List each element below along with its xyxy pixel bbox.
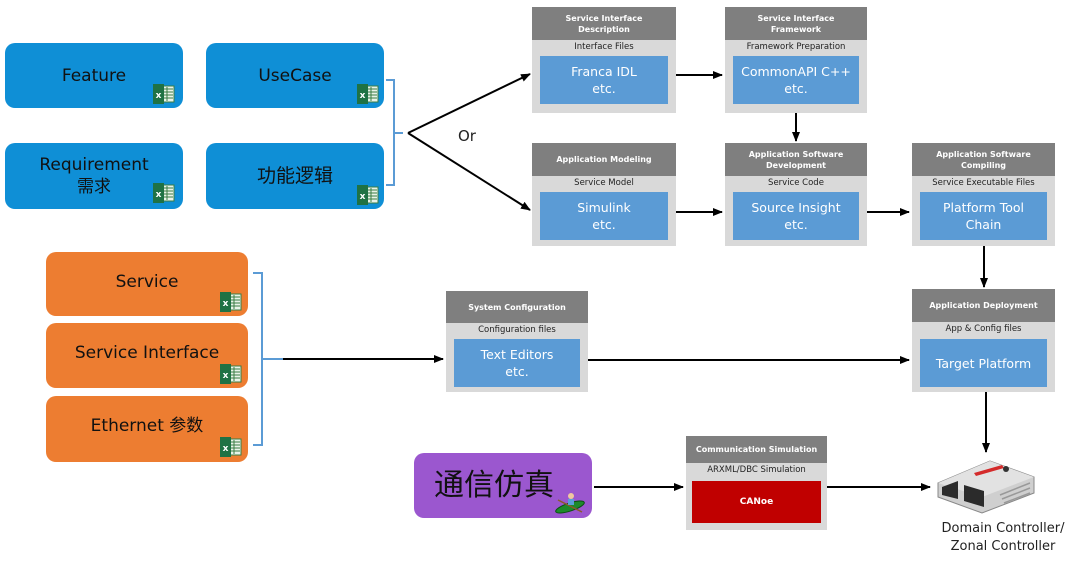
step-application-deployment[interactable]: Application Deployment App & Config file… [912,289,1055,392]
step-title: Application Modeling [532,143,676,176]
step-title-line: Communication Simulation [695,445,818,454]
target-label-line: Zonal Controller [950,539,1056,554]
tool-line: Target Platform [935,355,1032,371]
svg-text:x: x [223,371,229,381]
step-title-line: Application Modeling [556,155,652,164]
input-label: Feature [61,65,127,86]
input-service[interactable]: Service x [46,252,248,316]
tool-line: Source Insight [751,200,841,215]
step-title: System Configuration [446,291,588,323]
step-subtitle: Framework Preparation [746,42,846,52]
step-communication-simulation[interactable]: Communication Simulation ARXML/DBC Simul… [686,436,827,530]
step-application-software-development[interactable]: Application Software Development Service… [725,143,867,246]
step-title-line: Application Software [748,149,844,159]
step-subtitle: Service Model [574,178,634,188]
excel-icon: x [220,364,242,384]
svg-text:x: x [223,444,229,454]
step-title: Service Interface Description [532,7,676,40]
input-function-logic[interactable]: 功能逻辑 x [206,143,384,209]
target-label-line: Domain Controller/ [941,521,1065,536]
step-subtitle: Configuration files [478,325,556,335]
input-label: 功能逻辑 [256,165,333,187]
svg-text:x: x [223,299,229,309]
service-bracket [253,272,283,446]
step-title-line: Application Software [936,149,1031,159]
step-tool: Platform Tool Chain [920,192,1047,240]
tool-line: Chain [965,217,1002,232]
input-label-cn: 需求 [77,177,111,197]
excel-icon: x [220,437,242,457]
input-service-interface[interactable]: Service Interface x [46,323,248,388]
step-title: Application Software Development [725,143,867,176]
input-requirement[interactable]: Requirement 需求 x [5,143,183,209]
tool-line: etc. [784,217,808,232]
input-label: Service Interface [74,342,220,363]
step-tool: Text Editors etc. [454,339,580,387]
input-comm-simulation[interactable]: 通信仿真 [414,453,592,518]
step-title-line: Development [766,160,826,170]
tool-line: etc. [505,364,529,379]
tool-line: Franca IDL [571,64,637,79]
arrow-to-sid [407,73,531,134]
step-subtitle: ARXML/DBC Simulation [707,465,806,475]
requirements-bracket [386,79,403,186]
excel-icon: x [153,84,175,104]
step-title-line: Description [578,24,630,34]
step-subtitle: Service Code [768,178,824,188]
svg-text:x: x [156,190,162,200]
step-title-line: Framework [770,24,822,34]
tool-line: etc. [592,217,616,232]
branch-or-label: Or [458,127,476,145]
tool-line: etc. [592,81,616,96]
tool-line: etc. [784,81,808,96]
step-title: Service Interface Framework [725,7,867,40]
svg-text:x: x [360,192,366,202]
step-title: Communication Simulation [686,436,827,463]
excel-icon: x [357,185,379,205]
excel-icon: x [153,183,175,203]
step-service-interface-framework[interactable]: Service Interface Framework Framework Pr… [725,7,867,113]
input-label: Ethernet 参数 [90,416,204,436]
input-feature[interactable]: Feature x [5,43,183,108]
step-tool: Source Insight etc. [733,192,859,240]
step-subtitle: Service Executable Files [932,178,1035,188]
kayak-icon [555,493,585,514]
tool-line: Simulink [577,200,631,215]
input-ethernet-params[interactable]: Ethernet 参数 x [46,396,248,462]
step-tool: Simulink etc. [540,192,668,240]
excel-icon: x [357,84,379,104]
input-usecase[interactable]: UseCase x [206,43,384,108]
step-title-line: Service Interface [565,13,643,23]
tool-line: Text Editors [480,347,554,362]
input-label: UseCase [258,65,332,86]
step-title: Application Software Compiling [912,143,1055,176]
step-tool: Target Platform [920,339,1047,387]
input-label: 通信仿真 [434,467,554,503]
step-title: Application Deployment [912,289,1055,322]
excel-icon: x [220,292,242,312]
tool-line: CANoe [739,496,774,507]
step-title-line: Application Deployment [929,301,1038,310]
step-title-line: Compiling [960,160,1007,170]
step-application-modeling[interactable]: Application Modeling Service Model Simul… [532,143,676,246]
step-application-software-compiling[interactable]: Application Software Compiling Service E… [912,143,1055,246]
tool-line: Platform Tool [943,200,1024,215]
step-title-line: System Configuration [468,302,566,312]
step-tool: CommonAPI C++ etc. [733,56,859,104]
input-label: Service [115,272,179,292]
step-subtitle: App & Config files [945,324,1022,334]
target-label: Domain Controller/ Zonal Controller [938,520,1068,556]
ecu-icon [937,460,1035,514]
step-system-configuration[interactable]: System Configuration Configuration files… [446,291,588,392]
input-label: Requirement [39,155,149,175]
step-title-line: Service Interface [757,13,835,23]
step-subtitle: Interface Files [574,42,634,52]
svg-text:x: x [156,91,162,101]
step-tool: CANoe [692,481,821,523]
step-service-interface-description[interactable]: Service Interface Description Interface … [532,7,676,113]
step-tool: Franca IDL etc. [540,56,668,104]
tool-line: CommonAPI C++ [741,64,851,79]
svg-text:x: x [360,91,366,101]
